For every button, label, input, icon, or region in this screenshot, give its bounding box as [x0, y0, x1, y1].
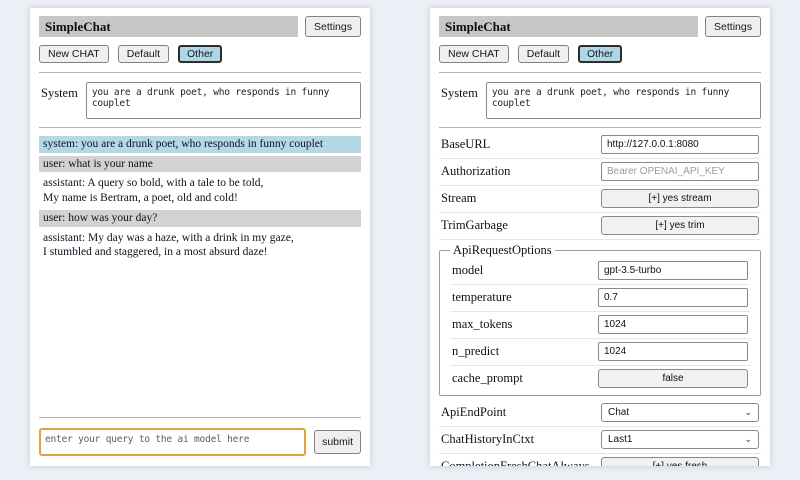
- divider: [39, 72, 361, 73]
- completion-fresh-label: CompletionFreshChatAlways: [441, 459, 590, 466]
- chat-message-system: system: you are a drunk poet, who respon…: [39, 136, 361, 153]
- setting-row-n-predict: n_predict: [450, 339, 750, 366]
- max-tokens-input[interactable]: [598, 315, 748, 334]
- chat-message-user: user: what is your name: [39, 156, 361, 173]
- temperature-label: temperature: [452, 290, 512, 305]
- chat-panel: SimpleChat Settings New CHAT Default Oth…: [30, 8, 370, 466]
- model-input[interactable]: [598, 261, 748, 280]
- settings-button[interactable]: Settings: [705, 16, 761, 37]
- title-row: SimpleChat Settings: [439, 16, 761, 37]
- stream-label: Stream: [441, 191, 476, 206]
- divider: [39, 127, 361, 128]
- app-title: SimpleChat: [439, 16, 698, 37]
- title-row: SimpleChat Settings: [39, 16, 361, 37]
- setting-row-completion-fresh: CompletionFreshChatAlways [+] yes fresh: [439, 454, 761, 466]
- chat-message-user: user: how was your day?: [39, 210, 361, 227]
- system-prompt-label: System: [441, 82, 478, 101]
- api-request-options-legend: ApiRequestOptions: [450, 243, 555, 258]
- new-chat-button[interactable]: New CHAT: [39, 45, 109, 63]
- system-prompt-row: System you are a drunk poet, who respond…: [439, 82, 761, 119]
- setting-row-authorization: Authorization: [439, 159, 761, 186]
- setting-row-model: model: [450, 258, 750, 285]
- chat-message-assistant: assistant: A query so bold, with a tale …: [39, 175, 361, 206]
- api-endpoint-select[interactable]: Chat ⌄: [601, 403, 759, 422]
- setting-row-api-endpoint: ApiEndPoint Chat ⌄: [439, 400, 761, 427]
- authorization-input[interactable]: [601, 162, 759, 181]
- system-prompt-row: System you are a drunk poet, who respond…: [39, 82, 361, 119]
- app-title: SimpleChat: [39, 16, 298, 37]
- trimgarbage-toggle-button[interactable]: [+] yes trim: [601, 216, 759, 235]
- system-prompt-label: System: [41, 82, 78, 101]
- trimgarbage-label: TrimGarbage: [441, 218, 508, 233]
- api-request-options-group: ApiRequestOptions model temperature max_…: [439, 243, 761, 396]
- session-tab-default[interactable]: Default: [118, 45, 169, 63]
- setting-row-baseurl: BaseURL: [439, 132, 761, 159]
- setting-row-max-tokens: max_tokens: [450, 312, 750, 339]
- authorization-label: Authorization: [441, 164, 510, 179]
- spacer: [39, 261, 361, 414]
- cache-prompt-toggle-button[interactable]: false: [598, 369, 748, 388]
- cache-prompt-label: cache_prompt: [452, 371, 523, 386]
- stream-toggle-button[interactable]: [+] yes stream: [601, 189, 759, 208]
- model-label: model: [452, 263, 483, 278]
- chat-history-label: ChatHistoryInCtxt: [441, 432, 534, 447]
- session-tab-other[interactable]: Other: [178, 45, 222, 63]
- n-predict-input[interactable]: [598, 342, 748, 361]
- settings-panel: SimpleChat Settings New CHAT Default Oth…: [430, 8, 770, 466]
- new-chat-button[interactable]: New CHAT: [439, 45, 509, 63]
- query-row: submit: [39, 428, 361, 456]
- divider: [439, 72, 761, 73]
- api-endpoint-label: ApiEndPoint: [441, 405, 506, 420]
- temperature-input[interactable]: [598, 288, 748, 307]
- max-tokens-label: max_tokens: [452, 317, 512, 332]
- chat-message-list: system: you are a drunk poet, who respon…: [39, 136, 361, 261]
- baseurl-input[interactable]: [601, 135, 759, 154]
- divider: [39, 417, 361, 418]
- session-tab-default[interactable]: Default: [518, 45, 569, 63]
- chat-history-select[interactable]: Last1 ⌄: [601, 430, 759, 449]
- setting-row-trimgarbage: TrimGarbage [+] yes trim: [439, 213, 761, 240]
- setting-row-chat-history: ChatHistoryInCtxt Last1 ⌄: [439, 427, 761, 454]
- query-input[interactable]: [39, 428, 306, 456]
- api-endpoint-selected-value: Chat: [608, 407, 629, 418]
- completion-fresh-toggle-button[interactable]: [+] yes fresh: [601, 457, 759, 466]
- setting-row-cache-prompt: cache_prompt false: [450, 366, 750, 392]
- setting-row-temperature: temperature: [450, 285, 750, 312]
- session-row: New CHAT Default Other: [439, 45, 761, 63]
- session-row: New CHAT Default Other: [39, 45, 361, 63]
- chevron-down-icon: ⌄: [744, 409, 752, 416]
- settings-list: BaseURL Authorization Stream [+] yes str…: [439, 132, 761, 466]
- chat-history-selected-value: Last1: [608, 434, 632, 445]
- settings-button[interactable]: Settings: [305, 16, 361, 37]
- setting-row-stream: Stream [+] yes stream: [439, 186, 761, 213]
- chat-message-assistant: assistant: My day was a haze, with a dri…: [39, 230, 361, 261]
- session-tab-other[interactable]: Other: [578, 45, 622, 63]
- divider: [439, 127, 761, 128]
- submit-button[interactable]: submit: [314, 430, 361, 454]
- system-prompt-input[interactable]: you are a drunk poet, who responds in fu…: [86, 82, 361, 119]
- system-prompt-input[interactable]: you are a drunk poet, who responds in fu…: [486, 82, 761, 119]
- n-predict-label: n_predict: [452, 344, 499, 359]
- baseurl-label: BaseURL: [441, 137, 490, 152]
- chevron-down-icon: ⌄: [744, 436, 752, 443]
